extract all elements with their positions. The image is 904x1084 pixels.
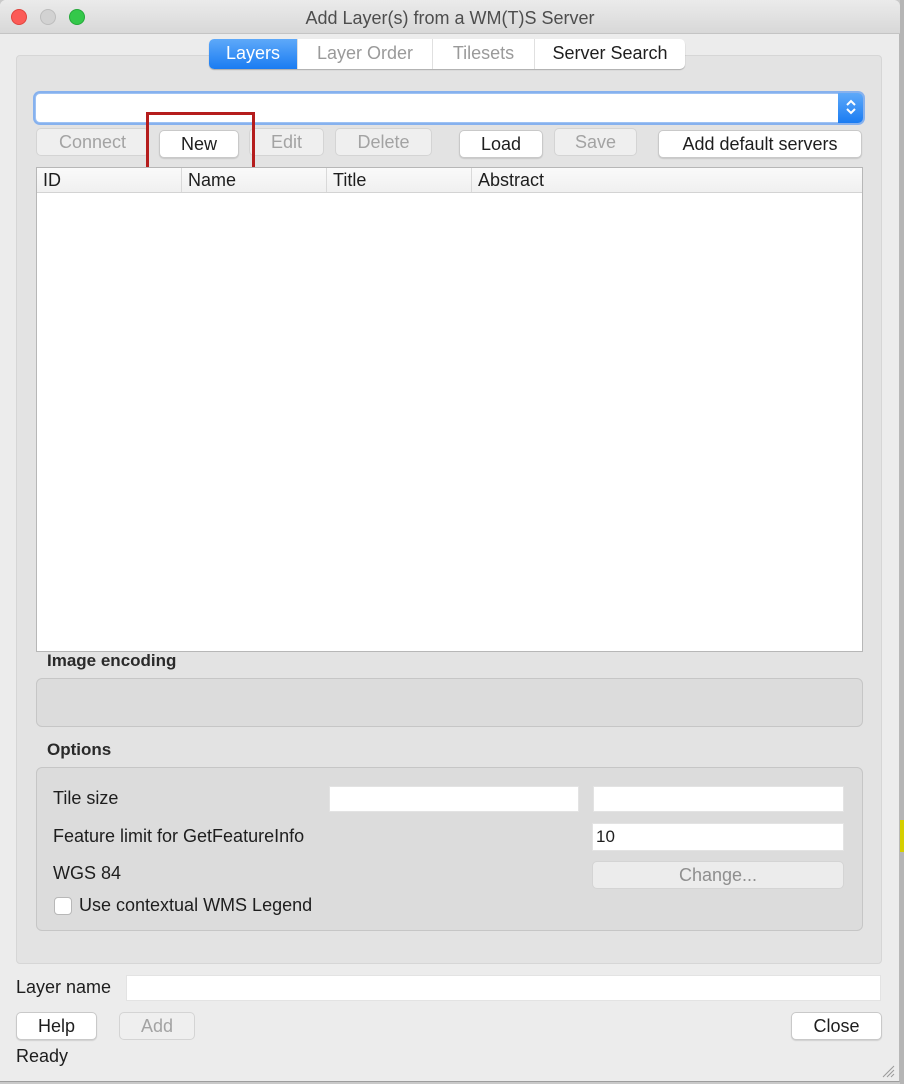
resize-grip-icon[interactable] <box>881 1064 895 1078</box>
column-header-abstract[interactable]: Abstract <box>472 168 862 192</box>
tile-size-label: Tile size <box>53 788 119 808</box>
tab-tilesets[interactable]: Tilesets <box>433 39 535 69</box>
load-button[interactable]: Load <box>459 130 543 158</box>
layers-table[interactable]: ID Name Title Abstract <box>36 167 863 652</box>
add-default-servers-button[interactable]: Add default servers <box>658 130 862 158</box>
up-down-chevron-icon[interactable] <box>838 93 863 123</box>
column-header-id[interactable]: ID <box>37 168 182 192</box>
image-encoding-group <box>36 678 863 727</box>
tab-layers[interactable]: Layers <box>209 39 298 69</box>
connect-button[interactable]: Connect <box>36 128 149 156</box>
tab-layer-order[interactable]: Layer Order <box>298 39 433 69</box>
add-wms-layer-dialog: Add Layer(s) from a WM(T)S Server Layers… <box>0 0 900 1082</box>
background-window-edge <box>900 0 904 1084</box>
status-text: Ready <box>16 1046 69 1066</box>
layer-name-input[interactable] <box>126 975 881 1001</box>
delete-button[interactable]: Delete <box>335 128 432 156</box>
options-label: Options <box>47 740 112 759</box>
column-header-title[interactable]: Title <box>327 168 472 192</box>
add-button[interactable]: Add <box>119 1012 195 1040</box>
feature-limit-input[interactable]: 10 <box>592 823 844 851</box>
tile-height-input[interactable] <box>593 786 844 812</box>
close-button[interactable]: Close <box>791 1012 882 1040</box>
help-button[interactable]: Help <box>16 1012 97 1040</box>
change-crs-button[interactable]: Change... <box>592 861 844 889</box>
tile-width-input[interactable] <box>329 786 579 812</box>
layer-name-label: Layer name <box>16 977 112 997</box>
edit-button[interactable]: Edit <box>249 128 324 156</box>
crs-label: WGS 84 <box>53 863 122 883</box>
tab-bar: Layers Layer Order Tilesets Server Searc… <box>209 39 685 69</box>
window-title: Add Layer(s) from a WM(T)S Server <box>305 8 595 28</box>
title-bar[interactable]: Add Layer(s) from a WM(T)S Server <box>0 0 900 34</box>
tab-server-search[interactable]: Server Search <box>535 39 685 69</box>
contextual-legend-checkbox[interactable] <box>54 897 72 915</box>
save-button[interactable]: Save <box>554 128 637 156</box>
new-button-highlight-annotation <box>146 112 255 171</box>
layers-table-header: ID Name Title Abstract <box>37 168 862 193</box>
feature-limit-label: Feature limit for GetFeatureInfo <box>53 826 305 846</box>
background-highlight <box>900 820 904 852</box>
image-encoding-label: Image encoding <box>47 651 177 670</box>
contextual-legend-label[interactable]: Use contextual WMS Legend <box>79 895 312 916</box>
column-header-name[interactable]: Name <box>182 168 327 192</box>
